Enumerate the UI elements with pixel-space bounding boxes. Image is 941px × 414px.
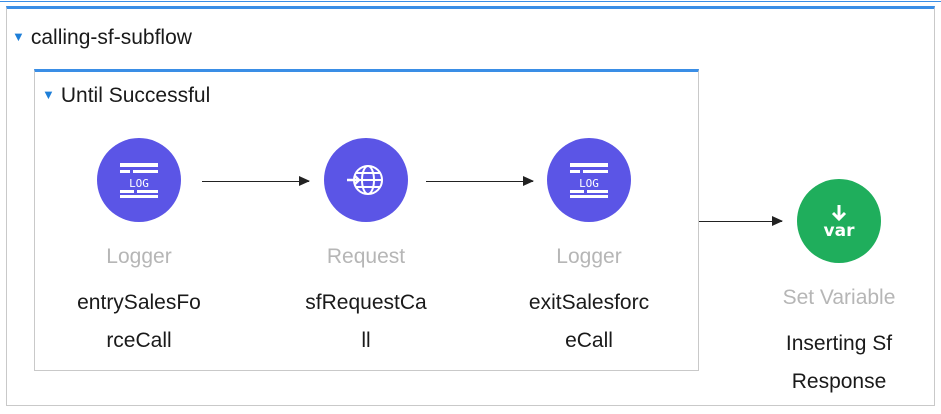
set-variable-icon[interactable]: var [797,179,881,263]
node-type-label: Logger [556,245,622,268]
node-type-label: Logger [106,245,172,268]
log-icon[interactable]: LOG [547,138,631,222]
svg-text:LOG: LOG [579,177,599,190]
collapse-caret-icon[interactable]: ▼ [42,87,55,102]
flow-header[interactable]: ▼ calling-sf-subflow [12,26,192,50]
scope-header[interactable]: ▼ Until Successful [42,84,210,108]
node-name-label: Inserting Sf Response [785,332,893,393]
node-name-label: sfRequestCa ll [305,291,427,352]
collapse-caret-icon[interactable]: ▼ [12,29,25,44]
globe-request-icon[interactable] [324,138,408,222]
node-type-label: Request [326,245,406,268]
node-name-label: entrySalesFo rceCall [77,291,201,352]
request-node[interactable]: Request sfRequestCa ll [271,138,461,360]
flow-title: calling-sf-subflow [30,26,192,49]
var-icon-text: var [824,221,856,241]
node-name-label: exitSalesforc eCall [528,291,650,352]
set-variable-node[interactable]: var Set Variable Inserting Sf Response [744,179,934,401]
logger-node-entry[interactable]: LOG Logger entrySalesFo rceCall [44,138,234,360]
flow-top-rule [0,1,941,2]
node-type-label: Set Variable [782,286,896,309]
svg-text:LOG: LOG [129,177,149,190]
scope-title: Until Successful [60,84,211,107]
log-icon[interactable]: LOG [97,138,181,222]
logger-node-exit[interactable]: LOG Logger exitSalesforc eCall [494,138,684,360]
